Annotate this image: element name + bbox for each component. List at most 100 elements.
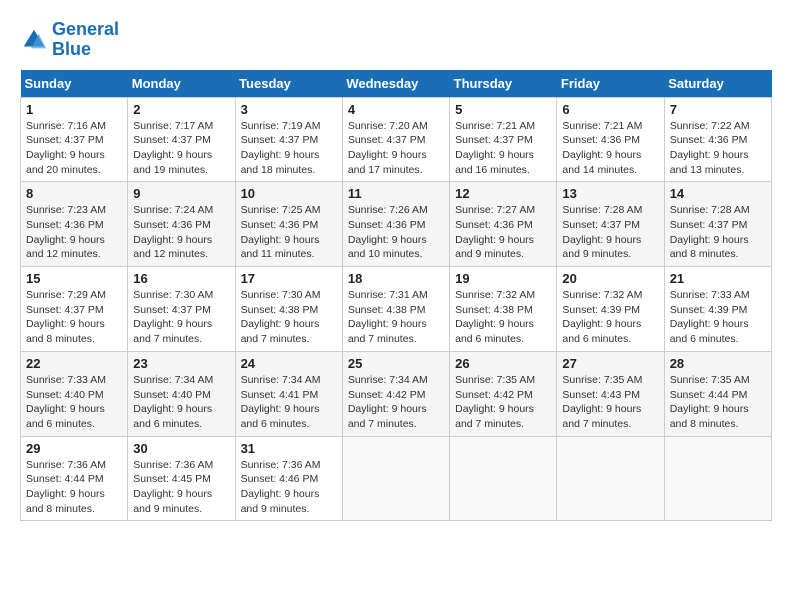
day-number: 12 [455, 186, 551, 201]
day-number: 28 [670, 356, 766, 371]
day-detail: Sunrise: 7:34 AMSunset: 4:40 PMDaylight:… [133, 373, 229, 432]
calendar-week-5: 29Sunrise: 7:36 AMSunset: 4:44 PMDayligh… [21, 436, 772, 521]
day-header-saturday: Saturday [664, 70, 771, 98]
day-detail: Sunrise: 7:36 AMSunset: 4:46 PMDaylight:… [241, 458, 337, 517]
day-number: 26 [455, 356, 551, 371]
day-number: 14 [670, 186, 766, 201]
logo: General Blue [20, 20, 119, 60]
day-number: 3 [241, 102, 337, 117]
calendar-week-4: 22 Sunrise: 7:33 AMSunset: 4:40 PMDayligh… [21, 351, 772, 436]
calendar-cell: 5 Sunrise: 7:21 AMSunset: 4:37 PMDaylight… [450, 97, 557, 182]
day-number: 10 [241, 186, 337, 201]
day-detail: Sunrise: 7:30 AMSunset: 4:37 PMDaylight:… [133, 288, 229, 347]
day-detail: Sunrise: 7:33 AMSunset: 4:39 PMDaylight:… [670, 288, 766, 347]
day-detail: Sunrise: 7:32 AMSunset: 4:39 PMDaylight:… [562, 288, 658, 347]
calendar-cell: 8Sunrise: 7:23 AMSunset: 4:36 PMDaylight… [21, 182, 128, 267]
calendar-cell: 9 Sunrise: 7:24 AMSunset: 4:36 PMDaylight… [128, 182, 235, 267]
day-detail: Sunrise: 7:30 AMSunset: 4:38 PMDaylight:… [241, 288, 337, 347]
calendar-week-2: 8Sunrise: 7:23 AMSunset: 4:36 PMDaylight… [21, 182, 772, 267]
calendar-cell: 15 Sunrise: 7:29 AMSunset: 4:37 PMDayligh… [21, 267, 128, 352]
calendar-cell: 27Sunrise: 7:35 AMSunset: 4:43 PMDayligh… [557, 351, 664, 436]
day-detail: Sunrise: 7:16 AMSunset: 4:37 PMDaylight:… [26, 119, 122, 178]
day-header-thursday: Thursday [450, 70, 557, 98]
day-header-sunday: Sunday [21, 70, 128, 98]
calendar-header-row: SundayMondayTuesdayWednesdayThursdayFrid… [21, 70, 772, 98]
day-detail: Sunrise: 7:24 AMSunset: 4:36 PMDaylight:… [133, 203, 229, 262]
calendar-cell: 13 Sunrise: 7:28 AMSunset: 4:37 PMDayligh… [557, 182, 664, 267]
calendar-cell: 26 Sunrise: 7:35 AMSunset: 4:42 PMDayligh… [450, 351, 557, 436]
calendar-cell: 24Sunrise: 7:34 AMSunset: 4:41 PMDayligh… [235, 351, 342, 436]
day-detail: Sunrise: 7:32 AMSunset: 4:38 PMDaylight:… [455, 288, 551, 347]
day-detail: Sunrise: 7:22 AMSunset: 4:36 PMDaylight:… [670, 119, 766, 178]
calendar-cell [664, 436, 771, 521]
day-header-monday: Monday [128, 70, 235, 98]
calendar-cell: 7 Sunrise: 7:22 AMSunset: 4:36 PMDaylight… [664, 97, 771, 182]
calendar-cell: 10 Sunrise: 7:25 AMSunset: 4:36 PMDayligh… [235, 182, 342, 267]
calendar-week-1: 1Sunrise: 7:16 AMSunset: 4:37 PMDaylight… [21, 97, 772, 182]
calendar-table: SundayMondayTuesdayWednesdayThursdayFrid… [20, 70, 772, 522]
logo-text: General Blue [52, 20, 119, 60]
day-number: 4 [348, 102, 444, 117]
day-number: 23 [133, 356, 229, 371]
day-number: 21 [670, 271, 766, 286]
calendar-cell: 23 Sunrise: 7:34 AMSunset: 4:40 PMDayligh… [128, 351, 235, 436]
day-detail: Sunrise: 7:19 AMSunset: 4:37 PMDaylight:… [241, 119, 337, 178]
calendar-cell: 25 Sunrise: 7:34 AMSunset: 4:42 PMDayligh… [342, 351, 449, 436]
calendar-cell: 22 Sunrise: 7:33 AMSunset: 4:40 PMDayligh… [21, 351, 128, 436]
day-number: 17 [241, 271, 337, 286]
calendar-cell [557, 436, 664, 521]
day-header-tuesday: Tuesday [235, 70, 342, 98]
day-number: 27 [562, 356, 658, 371]
day-number: 18 [348, 271, 444, 286]
day-detail: Sunrise: 7:21 AMSunset: 4:37 PMDaylight:… [455, 119, 551, 178]
day-detail: Sunrise: 7:20 AMSunset: 4:37 PMDaylight:… [348, 119, 444, 178]
day-number: 19 [455, 271, 551, 286]
day-number: 29 [26, 441, 122, 456]
calendar-cell [342, 436, 449, 521]
calendar-cell: 28 Sunrise: 7:35 AMSunset: 4:44 PMDayligh… [664, 351, 771, 436]
calendar-cell: 30Sunrise: 7:36 AMSunset: 4:45 PMDayligh… [128, 436, 235, 521]
day-number: 31 [241, 441, 337, 456]
day-number: 5 [455, 102, 551, 117]
calendar-cell: 12Sunrise: 7:27 AMSunset: 4:36 PMDayligh… [450, 182, 557, 267]
calendar-cell: 29Sunrise: 7:36 AMSunset: 4:44 PMDayligh… [21, 436, 128, 521]
calendar-cell: 14 Sunrise: 7:28 AMSunset: 4:37 PMDayligh… [664, 182, 771, 267]
calendar-cell: 31 Sunrise: 7:36 AMSunset: 4:46 PMDayligh… [235, 436, 342, 521]
day-number: 6 [562, 102, 658, 117]
calendar-cell: 4 Sunrise: 7:20 AMSunset: 4:37 PMDaylight… [342, 97, 449, 182]
day-detail: Sunrise: 7:35 AMSunset: 4:42 PMDaylight:… [455, 373, 551, 432]
calendar-cell: 6 Sunrise: 7:21 AMSunset: 4:36 PMDaylight… [557, 97, 664, 182]
calendar-cell [450, 436, 557, 521]
day-number: 2 [133, 102, 229, 117]
day-header-wednesday: Wednesday [342, 70, 449, 98]
day-detail: Sunrise: 7:23 AMSunset: 4:36 PMDaylight:… [26, 203, 122, 262]
day-detail: Sunrise: 7:35 AMSunset: 4:44 PMDaylight:… [670, 373, 766, 432]
calendar-cell: 16Sunrise: 7:30 AMSunset: 4:37 PMDayligh… [128, 267, 235, 352]
day-number: 13 [562, 186, 658, 201]
day-number: 11 [348, 186, 444, 201]
day-header-friday: Friday [557, 70, 664, 98]
logo-icon [20, 26, 48, 54]
day-detail: Sunrise: 7:31 AMSunset: 4:38 PMDaylight:… [348, 288, 444, 347]
day-detail: Sunrise: 7:28 AMSunset: 4:37 PMDaylight:… [670, 203, 766, 262]
day-detail: Sunrise: 7:33 AMSunset: 4:40 PMDaylight:… [26, 373, 122, 432]
day-number: 25 [348, 356, 444, 371]
page-header: General Blue [20, 20, 772, 60]
day-number: 22 [26, 356, 122, 371]
calendar-cell: 20Sunrise: 7:32 AMSunset: 4:39 PMDayligh… [557, 267, 664, 352]
day-detail: Sunrise: 7:28 AMSunset: 4:37 PMDaylight:… [562, 203, 658, 262]
calendar-cell: 21 Sunrise: 7:33 AMSunset: 4:39 PMDayligh… [664, 267, 771, 352]
day-number: 7 [670, 102, 766, 117]
calendar-week-3: 15 Sunrise: 7:29 AMSunset: 4:37 PMDayligh… [21, 267, 772, 352]
day-detail: Sunrise: 7:21 AMSunset: 4:36 PMDaylight:… [562, 119, 658, 178]
calendar-cell: 18 Sunrise: 7:31 AMSunset: 4:38 PMDayligh… [342, 267, 449, 352]
day-detail: Sunrise: 7:17 AMSunset: 4:37 PMDaylight:… [133, 119, 229, 178]
day-detail: Sunrise: 7:29 AMSunset: 4:37 PMDaylight:… [26, 288, 122, 347]
day-number: 30 [133, 441, 229, 456]
day-number: 15 [26, 271, 122, 286]
day-detail: Sunrise: 7:25 AMSunset: 4:36 PMDaylight:… [241, 203, 337, 262]
calendar-cell: 2 Sunrise: 7:17 AMSunset: 4:37 PMDaylight… [128, 97, 235, 182]
day-detail: Sunrise: 7:34 AMSunset: 4:41 PMDaylight:… [241, 373, 337, 432]
day-detail: Sunrise: 7:34 AMSunset: 4:42 PMDaylight:… [348, 373, 444, 432]
day-number: 9 [133, 186, 229, 201]
